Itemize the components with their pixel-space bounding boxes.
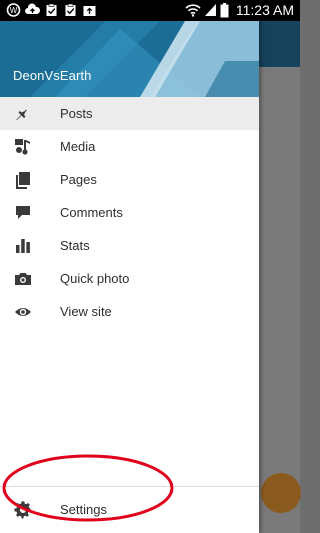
menu-item-pages[interactable]: Pages <box>0 163 259 196</box>
clock: 11:23 AM <box>235 2 294 18</box>
eye-icon <box>15 308 31 316</box>
menu-item-label: Pages <box>60 172 97 187</box>
background-toolbar <box>259 21 300 67</box>
menu-item-label: Settings <box>60 502 107 517</box>
menu-item-label: Comments <box>60 205 123 220</box>
menu-item-posts[interactable]: Posts <box>0 97 259 130</box>
system-icons: 11:23 AM <box>185 2 294 18</box>
menu-item-label: Stats <box>60 238 90 253</box>
image-upload-icon <box>83 6 96 16</box>
cloud-upload-icon <box>25 3 40 14</box>
pin-icon <box>16 106 27 120</box>
stats-icon <box>16 239 30 253</box>
menu-item-label: Media <box>60 139 96 154</box>
menu-item-label: Quick photo <box>60 271 130 286</box>
menu-item-label: Posts <box>60 106 93 121</box>
menu-item-stats[interactable]: Stats <box>0 229 259 262</box>
drawer-header[interactable]: DeonVsEarth <box>0 21 259 97</box>
menu-item-quick-photo[interactable]: Quick photo <box>0 262 259 295</box>
pages-icon <box>16 172 30 189</box>
camera-icon <box>15 273 31 285</box>
drawer-menu: Posts Media Pages Comments Stats Quick p… <box>0 97 259 328</box>
blog-name: DeonVsEarth <box>13 68 92 83</box>
media-icon <box>15 139 30 155</box>
menu-item-view-site[interactable]: View site <box>0 295 259 328</box>
comment-icon <box>16 206 30 219</box>
gear-icon <box>14 501 31 519</box>
status-bar: W 11:23 AM <box>0 0 300 21</box>
menu-item-settings[interactable]: Settings <box>0 493 259 527</box>
divider <box>0 486 259 487</box>
notification-icons: W <box>6 3 97 17</box>
clipboard-check-icon <box>65 3 76 16</box>
wifi-icon <box>185 4 201 17</box>
header-artwork <box>0 21 259 97</box>
menu-item-media[interactable]: Media <box>0 130 259 163</box>
new-post-fab <box>261 473 301 513</box>
wordpress-notification-icon: W <box>6 3 21 17</box>
cell-signal-icon <box>204 4 216 16</box>
clipboard-check-icon <box>46 3 57 16</box>
menu-item-comments[interactable]: Comments <box>0 196 259 229</box>
menu-item-label: View site <box>60 304 112 319</box>
svg-text:W: W <box>10 6 18 15</box>
battery-icon <box>220 2 229 17</box>
navigation-drawer: DeonVsEarth Posts Media Pages Comments S… <box>0 21 259 533</box>
background-app-scrim[interactable] <box>259 21 301 533</box>
